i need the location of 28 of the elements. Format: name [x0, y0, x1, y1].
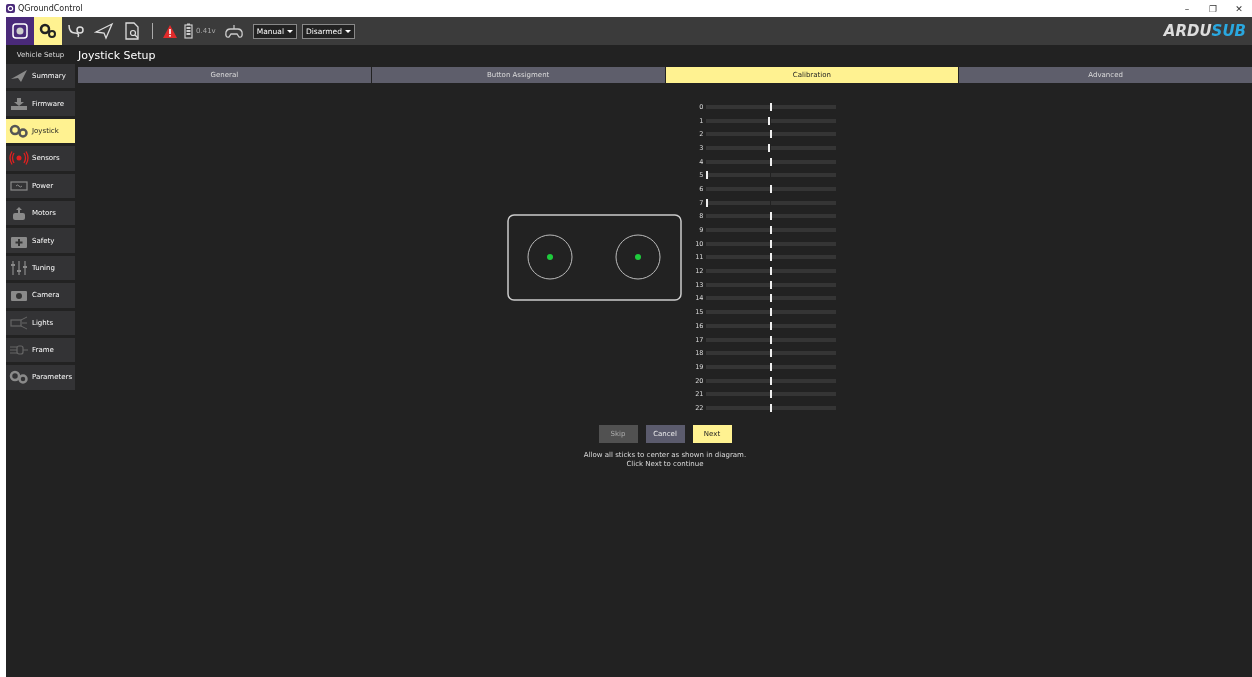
power-icon — [9, 178, 29, 193]
window-title: QGroundControl — [18, 4, 84, 13]
gear-icon — [9, 370, 29, 385]
page-title: Joystick Setup — [78, 48, 157, 64]
frame-icon — [9, 343, 29, 358]
minimize-button[interactable]: – — [1174, 3, 1200, 14]
battery-icon[interactable] — [184, 23, 193, 39]
camera-icon — [9, 288, 29, 303]
download-icon — [9, 96, 29, 111]
warning-icon[interactable] — [162, 23, 178, 39]
close-button[interactable]: ✕ — [1226, 3, 1252, 14]
restore-button[interactable]: ❐ — [1200, 3, 1226, 14]
light-icon — [9, 315, 29, 330]
document-search-icon — [122, 21, 142, 41]
caret-icon — [287, 28, 293, 34]
paper-plane-icon — [94, 21, 114, 41]
sliders-icon — [9, 260, 29, 275]
setup-icon — [10, 21, 30, 41]
caret-icon — [345, 28, 351, 34]
toolbar-tab[interactable] — [34, 17, 62, 45]
logo: ARDUSUB — [1163, 22, 1246, 40]
app-icon — [6, 4, 15, 13]
gear-icon — [9, 123, 29, 138]
gamepad-icon[interactable] — [222, 23, 245, 39]
paper-plane-icon — [9, 69, 29, 84]
toolbar-tab[interactable] — [6, 17, 34, 45]
sensor-signal-icon — [9, 151, 29, 166]
gear-icon — [38, 21, 58, 41]
